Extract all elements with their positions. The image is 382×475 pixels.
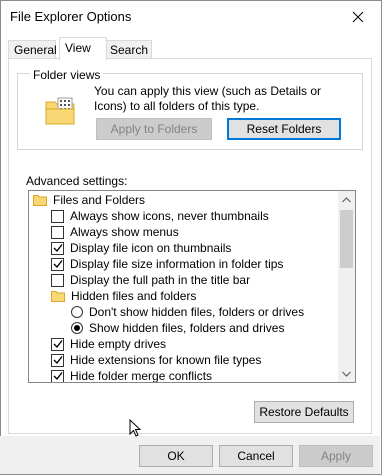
scroll-thumb[interactable] — [340, 210, 353, 268]
folder-icon — [51, 291, 65, 302]
close-icon — [352, 11, 364, 22]
setting-row[interactable]: Display the full path in the title bar — [51, 272, 250, 288]
setting-label: Always show icons, never thumbnails — [70, 209, 269, 223]
setting-label: Show hidden files, folders and drives — [89, 321, 285, 335]
folder-views-legend: Folder views — [30, 68, 104, 82]
setting-row[interactable]: Don't show hidden files, folders or driv… — [71, 304, 304, 320]
checkbox-unchecked[interactable] — [51, 273, 64, 287]
checkmark-icon — [53, 356, 63, 365]
setting-label: Display the full path in the title bar — [70, 273, 251, 287]
folder-icon — [33, 195, 47, 206]
setting-row[interactable]: Hide folder merge conflicts — [51, 368, 213, 383]
setting-label: Hide extensions for known file types — [70, 353, 262, 367]
chevron-up-icon — [342, 196, 351, 202]
checkbox-checked[interactable] — [51, 369, 64, 382]
checkmark-icon — [53, 372, 63, 381]
reset-folders-button[interactable]: Reset Folders — [227, 118, 341, 140]
checkbox-checked[interactable] — [51, 241, 64, 255]
scroll-down-button[interactable] — [338, 365, 355, 382]
scroll-up-button[interactable] — [338, 191, 355, 208]
tree-folder-row: Files and Folders — [33, 192, 145, 208]
setting-row[interactable]: Hide empty drives — [51, 336, 166, 352]
checkmark-icon — [53, 244, 63, 253]
checkmark-icon — [53, 340, 63, 349]
radio-unselected[interactable] — [71, 306, 83, 318]
setting-row[interactable]: Show hidden files, folders and drives — [71, 320, 284, 336]
advanced-settings-tree: Files and Folders Always show icons, neve… — [28, 190, 356, 383]
setting-label: Hide folder merge conflicts — [70, 369, 213, 383]
checkbox-checked[interactable] — [51, 257, 64, 271]
setting-row[interactable]: Always show menus — [51, 224, 179, 240]
checkbox-checked[interactable] — [51, 353, 64, 367]
checkmark-icon — [53, 260, 63, 269]
setting-row[interactable]: Display file icon on thumbnails — [51, 240, 231, 256]
restore-defaults-button[interactable]: Restore Defaults — [254, 401, 354, 423]
tree-folder-row: Hidden files and folders — [51, 288, 196, 304]
setting-row[interactable]: Always show icons, never thumbnails — [51, 208, 269, 224]
ok-button[interactable]: OK — [139, 445, 213, 467]
setting-label: Display file icon on thumbnails — [70, 241, 232, 255]
folder-view-icon — [45, 97, 75, 125]
chevron-down-icon — [342, 371, 351, 377]
close-button[interactable] — [335, 1, 381, 32]
advanced-settings-label: Advanced settings: — [26, 174, 128, 188]
setting-label: Files and Folders — [53, 193, 146, 207]
window-title: File Explorer Options — [10, 9, 132, 24]
setting-row[interactable]: Hide extensions for known file types — [51, 352, 261, 368]
setting-label: Always show menus — [70, 225, 179, 239]
checkbox-unchecked[interactable] — [51, 225, 64, 239]
setting-label: Don't show hidden files, folders or driv… — [89, 305, 305, 319]
apply-to-folders-button[interactable]: Apply to Folders — [96, 118, 212, 140]
setting-label: Hidden files and folders — [71, 289, 197, 303]
radio-selected[interactable] — [71, 322, 83, 334]
title-bar: File Explorer Options — [1, 1, 381, 33]
setting-row[interactable]: Display file size information in folder … — [51, 256, 283, 272]
tab-search[interactable]: Search — [104, 40, 152, 60]
checkbox-unchecked[interactable] — [51, 209, 64, 223]
mouse-pointer-icon — [129, 419, 141, 437]
tab-view[interactable]: View — [59, 37, 107, 60]
folder-views-description: You can apply this view (such as Details… — [94, 84, 322, 113]
apply-button[interactable]: Apply — [299, 445, 373, 467]
tree-scrollbar[interactable] — [338, 191, 355, 382]
setting-label: Hide empty drives — [70, 337, 167, 351]
setting-label: Display file size information in folder … — [70, 257, 284, 271]
cancel-button[interactable]: Cancel — [219, 445, 293, 467]
tab-general[interactable]: General — [8, 40, 57, 60]
checkbox-checked[interactable] — [51, 337, 64, 351]
